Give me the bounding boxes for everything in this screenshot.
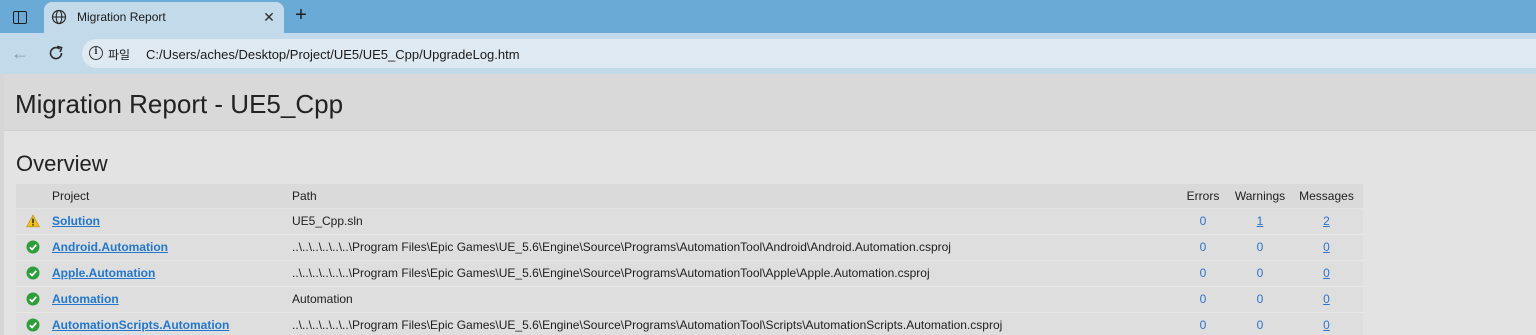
project-link[interactable]: AutomationScripts.Automation [52,318,229,332]
project-cell[interactable]: Solution [49,208,289,235]
row-status [16,260,49,287]
path-cell: UE5_Cpp.sln [289,208,1176,235]
errors-cell: 0 [1176,208,1230,235]
globe-icon [51,9,67,25]
path-cell: ..\..\..\..\..\..\Program Files\Epic Gam… [289,260,1176,287]
messages-cell[interactable]: 0 [1290,312,1363,335]
warnings-count-link[interactable]: 1 [1257,214,1264,228]
address-scheme-label: 파일 [108,48,131,62]
warnings-count: 0 [1256,266,1264,280]
table-row: Apple.Automation ..\..\..\..\..\..\Progr… [16,260,1363,287]
errors-cell: 0 [1176,312,1230,335]
messages-cell[interactable]: 0 [1290,260,1363,287]
table-row: Android.Automation ..\..\..\..\..\..\Pro… [16,234,1363,261]
row-status [16,208,49,235]
errors-count: 0 [1199,266,1207,280]
tab-strip: Migration Report ✕ + [0,0,1536,33]
warnings-cell: 0 [1230,312,1290,335]
warnings-count: 0 [1256,292,1264,306]
project-link[interactable]: Automation [52,292,119,306]
warnings-cell: 0 [1230,260,1290,287]
project-column-header: Project [49,184,289,209]
close-icon[interactable]: ✕ [261,9,277,25]
warnings-cell[interactable]: 1 [1230,208,1290,235]
overview-heading: Overview [16,151,108,176]
errors-cell: 0 [1176,260,1230,287]
project-link[interactable]: Apple.Automation [52,266,155,280]
messages-count-link[interactable]: 2 [1323,214,1330,228]
page-title: Migration Report - UE5_Cpp [15,89,344,119]
row-status [16,234,49,261]
errors-column-header: Errors [1176,184,1230,209]
messages-count-link[interactable]: 0 [1323,292,1330,306]
errors-cell: 0 [1176,234,1230,261]
warnings-count: 0 [1256,240,1264,254]
errors-count: 0 [1199,214,1207,228]
project-cell[interactable]: Automation [49,286,289,313]
table-header-row: Project Path Errors Warnings Messages [16,184,1363,209]
row-status [16,312,49,335]
status-column-header [16,184,49,209]
messages-count-link[interactable]: 0 [1323,240,1330,254]
check-circle-icon [26,266,39,280]
warnings-count: 0 [1256,318,1264,332]
row-status [16,286,49,313]
messages-cell[interactable]: 2 [1290,208,1363,235]
errors-count: 0 [1199,292,1207,306]
project-cell[interactable]: Android.Automation [49,234,289,261]
path-cell: Automation [289,286,1176,313]
warning-icon [25,214,40,228]
messages-cell[interactable]: 0 [1290,234,1363,261]
project-link[interactable]: Solution [52,214,100,228]
table-row: AutomationScripts.Automation ..\..\..\..… [16,312,1363,335]
errors-cell: 0 [1176,286,1230,313]
path-column-header: Path [289,184,1176,209]
check-circle-icon [26,318,39,332]
address-bar[interactable]: i 파일 C:/Users/aches/Desktop/Project/UE5/… [82,39,1536,68]
messages-count-link[interactable]: 0 [1323,266,1330,280]
warnings-cell: 0 [1230,234,1290,261]
tab-migration-report[interactable]: Migration Report ✕ [44,2,284,33]
check-circle-icon [26,292,39,306]
tab-actions-icon[interactable] [8,6,32,28]
errors-count: 0 [1199,318,1207,332]
messages-count-link[interactable]: 0 [1323,318,1330,332]
browser-toolbar: ← i 파일 C:/Users/aches/Desktop/Project/UE… [0,33,1536,74]
warnings-column-header: Warnings [1230,184,1290,209]
table-row: Solution UE5_Cpp.sln 0 1 2 [16,208,1363,235]
new-tab-button[interactable]: + [290,5,312,27]
report-header: Migration Report - UE5_Cpp [4,74,1536,131]
path-cell: ..\..\..\..\..\..\Program Files\Epic Gam… [289,234,1176,261]
errors-count: 0 [1199,240,1207,254]
info-icon[interactable]: i [89,46,103,60]
project-link[interactable]: Android.Automation [52,240,168,254]
overview-table: Project Path Errors Warnings Messages So… [16,184,1363,335]
table-row: Automation Automation 0 0 0 [16,286,1363,313]
project-cell[interactable]: AutomationScripts.Automation [49,312,289,335]
project-cell[interactable]: Apple.Automation [49,260,289,287]
address-url[interactable]: C:/Users/aches/Desktop/Project/UE5/UE5_C… [146,47,520,62]
check-circle-icon [26,240,39,254]
reload-icon[interactable] [45,42,67,64]
page-content: Migration Report - UE5_Cpp Overview Proj… [4,74,1536,335]
back-arrow-icon[interactable]: ← [9,42,31,64]
messages-column-header: Messages [1290,184,1363,209]
messages-cell[interactable]: 0 [1290,286,1363,313]
warnings-cell: 0 [1230,286,1290,313]
tab-title: Migration Report [77,10,166,24]
path-cell: ..\..\..\..\..\..\Program Files\Epic Gam… [289,312,1176,335]
